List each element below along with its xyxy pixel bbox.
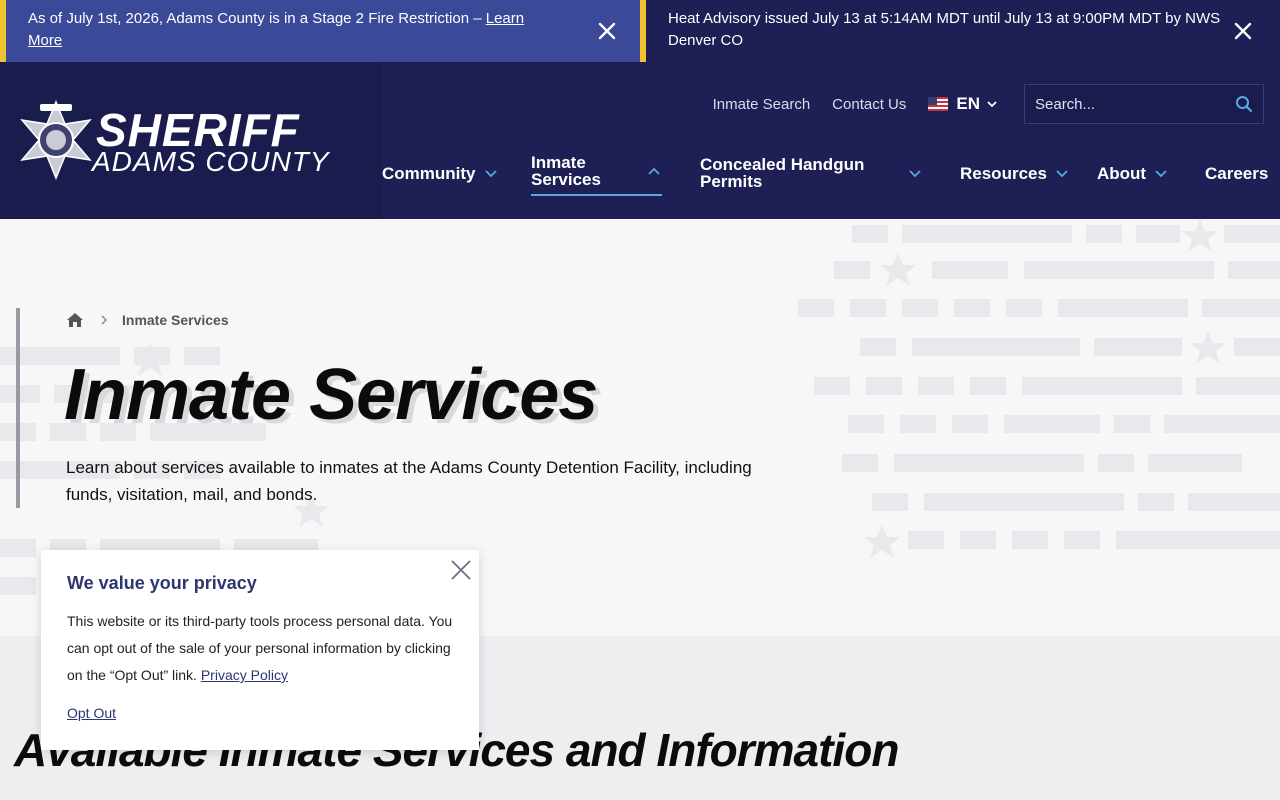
site-header: SHERIFF ADAMS COUNTY Inmate Search Conta… — [0, 62, 1280, 219]
close-icon[interactable] — [1232, 20, 1254, 42]
chevron-down-icon — [484, 170, 497, 178]
chevron-down-icon — [909, 170, 921, 178]
chevron-down-icon — [1056, 170, 1068, 178]
contact-us-link[interactable]: Contact Us — [832, 96, 906, 113]
nav-item-about[interactable]: About — [1097, 148, 1168, 198]
privacy-dialog: We value your privacy This website or it… — [41, 550, 479, 750]
search-input[interactable] — [1035, 95, 1235, 113]
nav-label: Concealed Handgun Permits — [700, 155, 865, 191]
nav-item-concealed-handgun-permits[interactable]: Concealed Handgun Permits — [700, 148, 923, 198]
heat-alert-text: Heat Advisory issued July 13 at 5:14AM M… — [668, 10, 1221, 49]
close-icon[interactable] — [596, 20, 618, 42]
home-icon[interactable] — [66, 311, 84, 329]
search-icon[interactable] — [1235, 95, 1253, 113]
sheriff-badge-icon — [20, 100, 92, 180]
language-label: EN — [956, 94, 980, 113]
nav-label: Resources — [960, 163, 1047, 183]
privacy-title: We value your privacy — [67, 573, 257, 593]
logo-county-text: ADAMS COUNTY — [92, 146, 330, 177]
privacy-policy-link[interactable]: Privacy Policy — [201, 667, 288, 683]
main-nav: Community Inmate Services Concealed Hand… — [382, 148, 1280, 198]
us-flag-icon — [928, 97, 949, 111]
hero-accent-bar — [16, 308, 20, 508]
nav-label: About — [1097, 163, 1147, 183]
inmate-search-link[interactable]: Inmate Search — [713, 96, 811, 113]
utility-nav: Inmate Search Contact Us EN — [713, 84, 1264, 124]
language-selector[interactable]: EN — [928, 94, 998, 114]
nav-label: Careers — [1205, 163, 1269, 183]
site-logo[interactable]: SHERIFF ADAMS COUNTY — [0, 62, 382, 219]
chevron-right-icon — [101, 315, 108, 325]
breadcrumb: Inmate Services — [66, 311, 229, 329]
page-description: Learn about services available to inmate… — [66, 458, 752, 504]
privacy-body: This website or its third-party tools pr… — [67, 608, 453, 689]
nav-item-careers[interactable]: Careers — [1205, 148, 1268, 198]
fire-alert-text: As of July 1st, 2026, Adams County is in… — [28, 10, 486, 27]
close-icon[interactable] — [449, 558, 473, 582]
chevron-down-icon — [987, 101, 997, 108]
chevron-up-icon — [648, 167, 660, 175]
nav-label: Community — [382, 163, 476, 183]
heat-advisory-alert: Heat Advisory issued July 13 at 5:14AM M… — [646, 0, 1280, 62]
nav-item-resources[interactable]: Resources — [960, 148, 1069, 198]
breadcrumb-current: Inmate Services — [122, 312, 229, 328]
chevron-down-icon — [1155, 170, 1167, 178]
nav-item-community[interactable]: Community — [382, 148, 498, 198]
opt-out-link[interactable]: Opt Out — [67, 705, 116, 721]
fire-restriction-alert: As of July 1st, 2026, Adams County is in… — [0, 0, 646, 62]
page-title: Inmate Services — [64, 355, 598, 435]
alert-bars: As of July 1st, 2026, Adams County is in… — [0, 0, 1280, 62]
nav-label: Inmate Services — [531, 153, 601, 189]
nav-item-inmate-services[interactable]: Inmate Services — [531, 148, 662, 196]
search-box — [1024, 84, 1264, 124]
